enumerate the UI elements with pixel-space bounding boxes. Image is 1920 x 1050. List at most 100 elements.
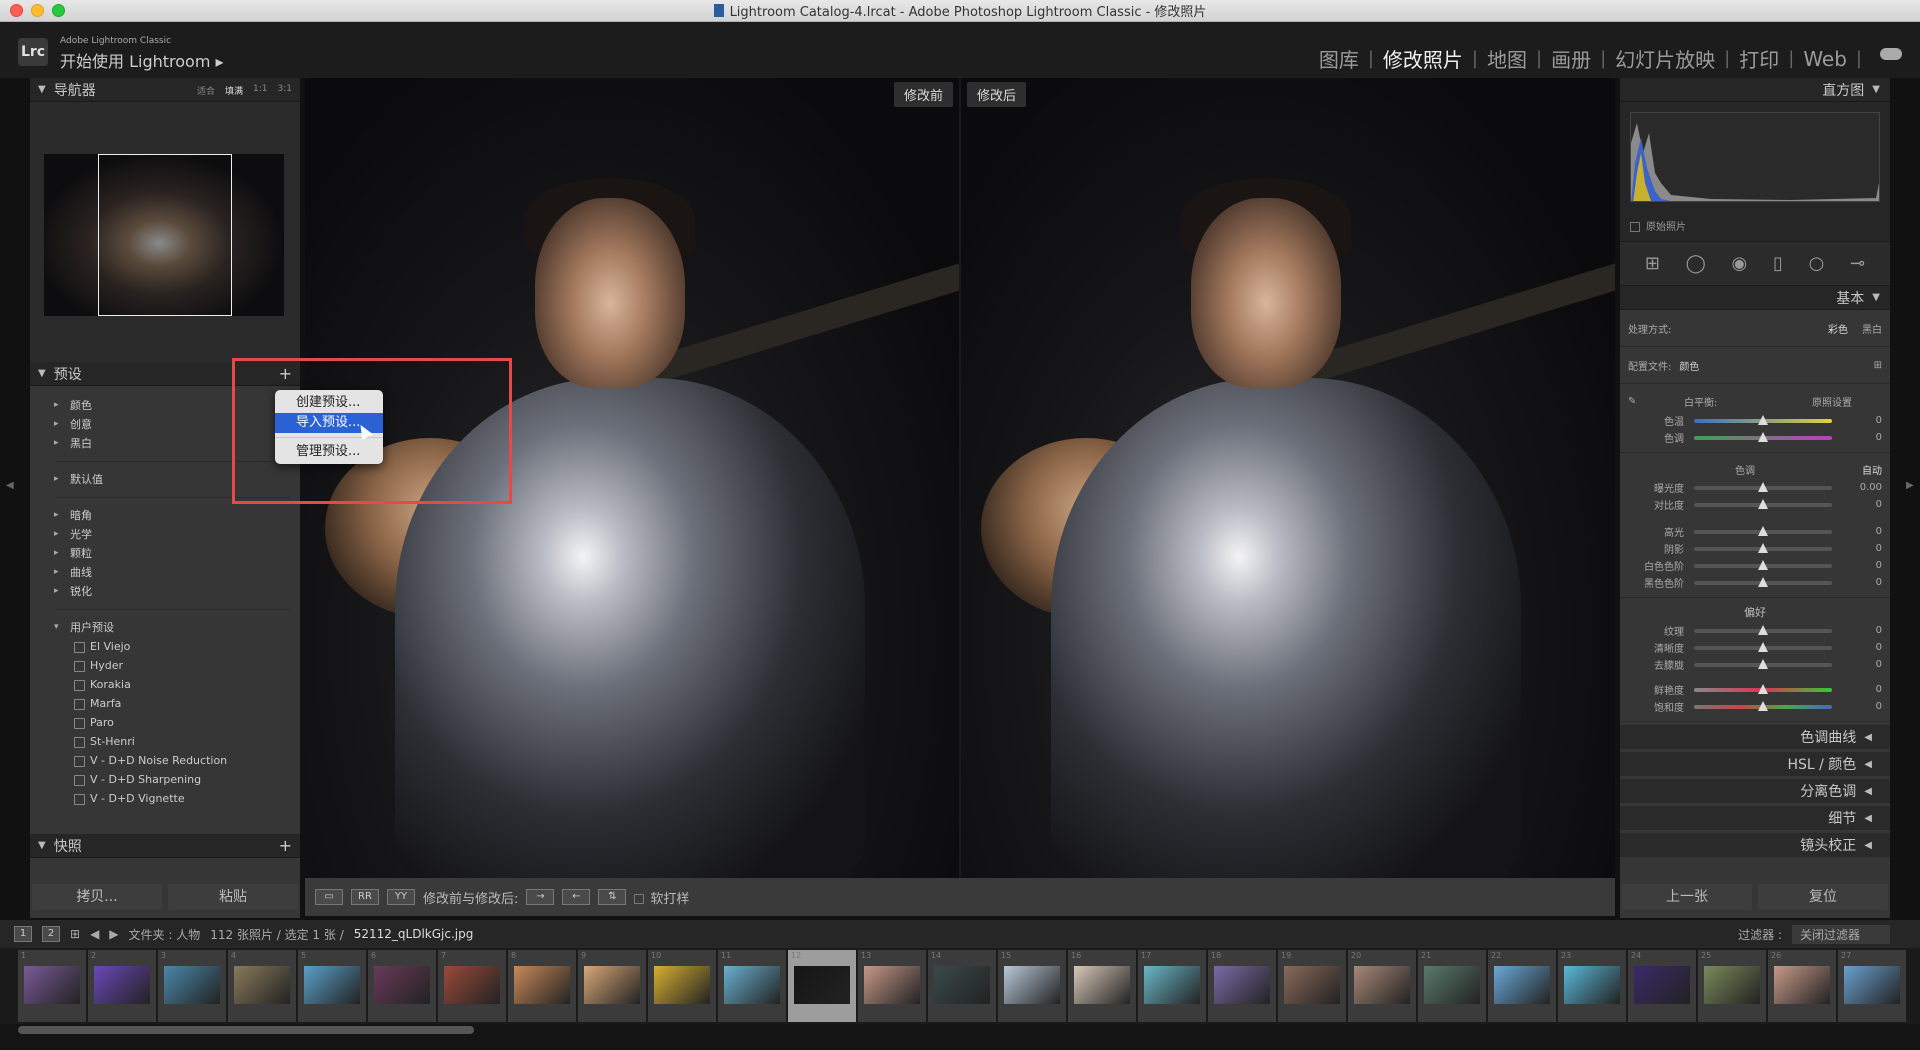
filmstrip-thumbnail[interactable] [724, 966, 780, 1004]
wb-dropdown[interactable]: 原照设置 [1812, 394, 1852, 409]
blacks-slider[interactable] [1694, 576, 1832, 587]
tone-curve-panel-header[interactable]: 色调曲线 ◀ [1620, 725, 1890, 749]
treatment-color-button[interactable]: 彩色 [1828, 321, 1848, 336]
whites-slider[interactable] [1694, 559, 1832, 570]
user-preset-item[interactable]: Korakia [30, 675, 300, 694]
filmstrip-cell[interactable]: 3 [158, 950, 226, 1022]
screen-1-button[interactable]: 1 [14, 926, 32, 942]
preset-group-sharpen[interactable]: 锐化 [30, 582, 300, 601]
texture-value[interactable]: 0 [1842, 625, 1882, 636]
filmstrip-cell[interactable]: 26 [1768, 950, 1836, 1022]
lens-corrections-panel-header[interactable]: 镜头校正 ◀ [1620, 833, 1890, 857]
screen-2-button[interactable]: 2 [42, 926, 60, 942]
detail-panel-header[interactable]: 细节 ◀ [1620, 806, 1890, 830]
module-library[interactable]: 图库 [1310, 44, 1368, 73]
module-print[interactable]: 打印 [1730, 44, 1788, 73]
user-preset-item[interactable]: Marfa [30, 694, 300, 713]
user-preset-item[interactable]: Hyder [30, 656, 300, 675]
filmstrip-cell[interactable]: 1 [18, 950, 86, 1022]
filmstrip-thumbnail[interactable] [1354, 966, 1410, 1004]
filmstrip-cell[interactable]: 5 [298, 950, 366, 1022]
tint-slider[interactable] [1694, 431, 1832, 442]
filmstrip-cell[interactable]: 22 [1488, 950, 1556, 1022]
filmstrip-cell[interactable]: 6 [368, 950, 436, 1022]
filmstrip-cell[interactable]: 21 [1418, 950, 1486, 1022]
after-photo[interactable]: 修改后 [961, 78, 1615, 878]
filmstrip-cell[interactable]: 25 [1698, 950, 1766, 1022]
filmstrip-cell[interactable]: 13 [858, 950, 926, 1022]
filmstrip-cell[interactable]: 23 [1558, 950, 1626, 1022]
contrast-value[interactable]: 0 [1842, 499, 1882, 510]
filmstrip-thumbnail[interactable] [1634, 966, 1690, 1004]
preset-group-grain[interactable]: 颗粒 [30, 544, 300, 563]
module-map[interactable]: 地图 [1478, 44, 1536, 73]
blacks-value[interactable]: 0 [1842, 577, 1882, 588]
auto-tone-button[interactable]: 自动 [1862, 462, 1882, 477]
filmstrip-thumbnail[interactable] [584, 966, 640, 1004]
source-label[interactable]: 文件夹 : 人物 [129, 926, 201, 943]
tint-value[interactable]: 0 [1842, 432, 1882, 443]
filmstrip-cell[interactable]: 10 [648, 950, 716, 1022]
filter-dropdown[interactable]: 关闭过滤器 [1791, 924, 1890, 944]
filmstrip-cell[interactable]: 9 [578, 950, 646, 1022]
user-preset-item[interactable]: El Viejo [30, 637, 300, 656]
histogram-panel[interactable]: 原始照片 [1620, 102, 1890, 242]
snapshots-header[interactable]: ▼ 快照 + [30, 834, 300, 858]
user-preset-item[interactable]: V - D+D Noise Reduction [30, 751, 300, 770]
filmstrip-cell[interactable]: 15 [998, 950, 1066, 1022]
basic-header[interactable]: 基本 ▼ [1620, 286, 1890, 310]
crop-tool-icon[interactable]: ⊞ [1645, 253, 1660, 274]
module-develop[interactable]: 修改照片 [1374, 44, 1472, 73]
manage-preset-menu-item[interactable]: 管理预设... [275, 442, 383, 462]
filmstrip-cell[interactable]: 19 [1278, 950, 1346, 1022]
exposure-slider[interactable] [1694, 481, 1832, 492]
filmstrip-thumbnail[interactable] [1004, 966, 1060, 1004]
temperature-value[interactable]: 0 [1842, 415, 1882, 426]
brush-tool-icon[interactable]: ⊸ [1850, 253, 1865, 274]
filmstrip-cell[interactable]: 18 [1208, 950, 1276, 1022]
user-preset-item[interactable]: V - D+D Sharpening [30, 770, 300, 789]
filmstrip-thumbnail[interactable] [1494, 966, 1550, 1004]
grid-view-icon[interactable]: ⊞ [70, 927, 80, 941]
filmstrip-cell[interactable]: 8 [508, 950, 576, 1022]
filmstrip-thumbnail[interactable] [304, 966, 360, 1004]
zoom-window-button[interactable] [52, 4, 65, 17]
close-window-button[interactable] [10, 4, 23, 17]
loupe-view-button[interactable]: ▭ [315, 889, 343, 905]
filmstrip-cell[interactable]: 24 [1628, 950, 1696, 1022]
filmstrip-thumbnail[interactable] [234, 966, 290, 1004]
preset-group-user[interactable]: 用户预设 [30, 618, 300, 637]
filmstrip-thumbnail[interactable] [24, 966, 80, 1004]
module-slideshow[interactable]: 幻灯片放映 [1606, 44, 1724, 73]
create-preset-menu-item[interactable]: 创建预设... [275, 393, 383, 413]
module-web[interactable]: Web [1794, 47, 1856, 71]
paste-settings-button[interactable]: 粘贴 [168, 884, 298, 910]
filmstrip-cell[interactable]: 4 [228, 950, 296, 1022]
navigator-header[interactable]: ▼ 导航器 适合 填满 1:1 3:1 [30, 78, 300, 102]
profile-browser-icon[interactable]: ⊞ [1874, 360, 1882, 371]
left-panel-toggle-icon[interactable]: ◀ [6, 480, 14, 491]
copy-before-to-after-button[interactable]: → [526, 889, 555, 905]
texture-slider[interactable] [1694, 624, 1832, 635]
filmstrip-cell[interactable]: 2 [88, 950, 156, 1022]
graduated-filter-icon[interactable]: ▯ [1773, 253, 1783, 274]
contrast-slider[interactable] [1694, 498, 1832, 509]
softproof-toggle[interactable]: 软打样 [634, 888, 689, 907]
copy-settings-button[interactable]: 拷贝... [32, 884, 162, 910]
user-preset-item[interactable]: St-Henri [30, 732, 300, 751]
filmstrip-cell[interactable]: 27 [1838, 950, 1906, 1022]
wb-eyedropper-icon[interactable]: ✎ [1628, 396, 1684, 407]
clarity-slider[interactable] [1694, 641, 1832, 652]
cloud-icon[interactable] [1880, 48, 1902, 60]
copy-after-to-before-button[interactable]: ← [562, 889, 591, 905]
user-preset-item[interactable]: Paro [30, 713, 300, 732]
filmstrip-cell[interactable]: 14 [928, 950, 996, 1022]
before-after-lr-button[interactable]: RR [351, 889, 379, 905]
filmstrip-thumbnail[interactable] [1284, 966, 1340, 1004]
softproof-checkbox[interactable] [634, 894, 645, 904]
saturation-value[interactable]: 0 [1842, 701, 1882, 712]
whites-value[interactable]: 0 [1842, 560, 1882, 571]
add-snapshot-icon[interactable]: + [279, 836, 292, 855]
radial-filter-icon[interactable]: ○ [1809, 253, 1825, 274]
before-after-tb-button[interactable]: YY [387, 889, 415, 905]
